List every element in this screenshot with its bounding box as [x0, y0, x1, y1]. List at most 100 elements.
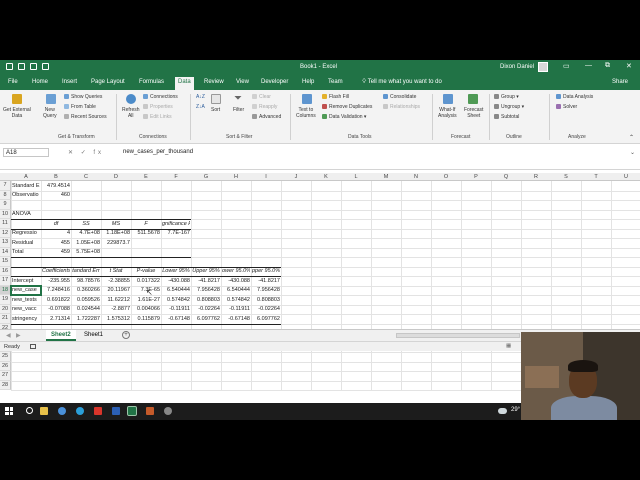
column-header[interactable]: G: [191, 174, 221, 180]
tab-home[interactable]: Home: [32, 79, 48, 85]
column-header[interactable]: N: [401, 174, 431, 180]
cell[interactable]: 0.691822: [42, 296, 70, 305]
advanced-button[interactable]: Advanced: [252, 114, 281, 120]
cell[interactable]: 7.248416: [42, 286, 70, 295]
cell[interactable]: Regressio: [12, 229, 40, 238]
pdf-reader-icon[interactable]: [94, 407, 102, 415]
row-header[interactable]: 7: [0, 181, 11, 191]
tab-data[interactable]: Data: [175, 77, 194, 90]
tab-insert[interactable]: Insert: [62, 79, 77, 85]
edit-links-button[interactable]: Edit Links: [143, 114, 172, 120]
tab-help[interactable]: Help: [302, 79, 314, 85]
word-icon[interactable]: [112, 407, 120, 415]
new-query-button[interactable]: New Query: [43, 107, 57, 119]
cell[interactable]: t Stat: [102, 267, 130, 276]
column-header[interactable]: A: [11, 174, 41, 180]
ungroup-button[interactable]: Ungroup ▾: [494, 104, 524, 110]
data-analysis-button[interactable]: Data Analysis: [556, 94, 593, 100]
cell[interactable]: 4.7E+08: [72, 229, 100, 238]
column-header[interactable]: P: [461, 174, 491, 180]
cell[interactable]: 6.540444: [222, 286, 250, 295]
collapse-ribbon-icon[interactable]: ⌃: [629, 134, 634, 141]
column-header[interactable]: J: [281, 174, 311, 180]
column-header[interactable]: F: [161, 174, 191, 180]
column-header[interactable]: R: [521, 174, 551, 180]
restore-button[interactable]: ⧉: [605, 62, 610, 70]
tab-team[interactable]: Team: [328, 79, 343, 85]
row-header[interactable]: 19: [0, 295, 11, 305]
cell[interactable]: ower 95.0%: [222, 267, 250, 276]
clear-button[interactable]: Clear: [252, 94, 271, 100]
column-header[interactable]: K: [311, 174, 341, 180]
excel-taskbar-icon[interactable]: [127, 406, 137, 416]
cell[interactable]: 1.722287: [72, 315, 100, 324]
tab-view[interactable]: View: [236, 79, 249, 85]
reapply-button[interactable]: Reapply: [252, 104, 277, 110]
row-header[interactable]: 13: [0, 238, 11, 248]
refresh-all-button[interactable]: Refresh All: [122, 107, 140, 119]
cell[interactable]: Observatio: [12, 191, 40, 200]
row-header[interactable]: 27: [0, 371, 11, 381]
cell[interactable]: F: [132, 220, 160, 229]
cell[interactable]: 20.11967: [102, 286, 130, 295]
tell-me-search[interactable]: 💡︎ Tell me what you want to do: [362, 79, 442, 86]
cell[interactable]: -0.11911: [162, 305, 190, 314]
cell[interactable]: -0.07088: [42, 305, 70, 314]
cell[interactable]: 0.004066: [132, 305, 160, 314]
tab-file[interactable]: File: [8, 79, 18, 85]
column-header[interactable]: T: [581, 174, 611, 180]
close-button[interactable]: ✕: [626, 62, 632, 70]
column-header[interactable]: I: [251, 174, 281, 180]
sort-button[interactable]: Sort: [211, 107, 220, 113]
cell[interactable]: 0.574842: [162, 296, 190, 305]
forecast-sheet-button[interactable]: Forecast Sheet: [464, 107, 483, 119]
column-header[interactable]: Q: [491, 174, 521, 180]
chrome-icon[interactable]: [58, 407, 66, 415]
cell[interactable]: 0.059526: [72, 296, 100, 305]
row-header[interactable]: 26: [0, 361, 11, 371]
cell[interactable]: -430.088: [162, 277, 190, 286]
cell[interactable]: 0.017322: [132, 277, 160, 286]
scroll-sheets-right-icon[interactable]: ▶: [16, 332, 21, 339]
cell[interactable]: SS: [72, 220, 100, 229]
cell[interactable]: P-value: [132, 267, 160, 276]
scroll-sheets-left-icon[interactable]: ◀: [6, 332, 11, 339]
what-if-analysis-button[interactable]: What-If Analysis: [438, 107, 457, 119]
connections-button[interactable]: Connections: [143, 94, 178, 100]
undo-icon[interactable]: [18, 63, 25, 70]
cell[interactable]: 511.5678: [132, 229, 160, 238]
cell[interactable]: -2.38855: [102, 277, 130, 286]
cell[interactable]: -0.67148: [162, 315, 190, 324]
cell[interactable]: Coefficients: [42, 267, 70, 276]
cell[interactable]: 1.575312: [102, 315, 130, 324]
cell[interactable]: Lower 95%: [162, 267, 190, 276]
cell[interactable]: 4: [42, 229, 70, 238]
cell[interactable]: 460: [42, 191, 70, 200]
cell[interactable]: 0.024544: [72, 305, 100, 314]
sort-za-icon[interactable]: Z↓A: [196, 104, 205, 110]
cell[interactable]: 229873.7: [102, 239, 130, 248]
customize-qat-icon[interactable]: [42, 63, 49, 70]
cell[interactable]: 0.808803: [192, 296, 220, 305]
column-header[interactable]: C: [71, 174, 101, 180]
properties-button[interactable]: Properties: [143, 104, 173, 110]
cell[interactable]: -41.8217: [192, 277, 220, 286]
solver-button[interactable]: Solver: [556, 104, 577, 110]
column-header[interactable]: M: [371, 174, 401, 180]
cell[interactable]: 1.05E+08: [72, 239, 100, 248]
cell[interactable]: -41.8217: [252, 277, 280, 286]
search-icon[interactable]: [26, 407, 33, 414]
column-header[interactable]: S: [551, 174, 581, 180]
cell[interactable]: -0.02264: [192, 305, 220, 314]
cell[interactable]: -0.67148: [222, 315, 250, 324]
column-header[interactable]: D: [101, 174, 131, 180]
recent-sources-button[interactable]: Recent Sources: [64, 114, 107, 120]
cell[interactable]: -430.088: [222, 277, 250, 286]
column-header[interactable]: U: [611, 174, 640, 180]
expand-formula-bar-icon[interactable]: ⌄: [630, 149, 635, 156]
cell[interactable]: 7.7E-167: [162, 229, 190, 238]
cell[interactable]: Residual: [12, 239, 40, 248]
row-header[interactable]: 8: [0, 190, 11, 200]
tab-formulas[interactable]: Formulas: [139, 79, 164, 85]
sheet-tab-sheet1[interactable]: Sheet1: [79, 330, 108, 341]
